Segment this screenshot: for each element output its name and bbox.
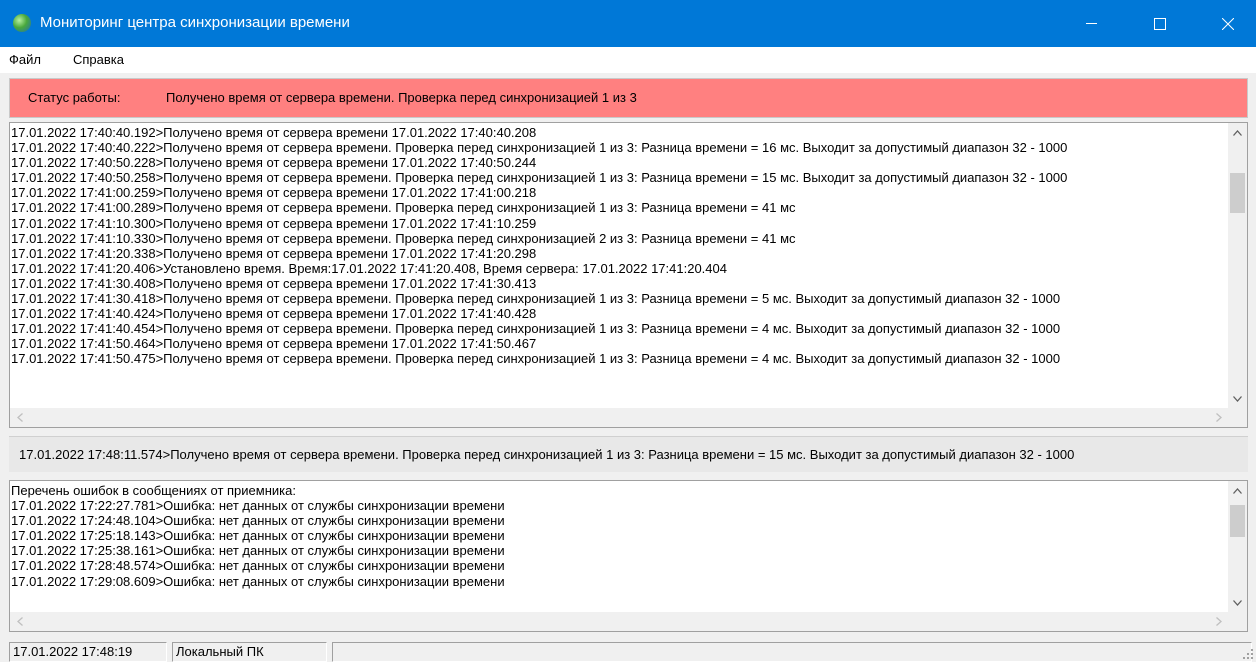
scroll-down-icon[interactable]	[1228, 389, 1247, 408]
log-horizontal-scrollbar[interactable]	[10, 408, 1228, 427]
scroll-up-icon[interactable]	[1228, 481, 1247, 500]
log-line: 17.01.2022 17:40:50.258>Получено время о…	[11, 170, 1068, 186]
statusbar-empty-panel	[332, 642, 1252, 662]
scroll-up-icon[interactable]	[1228, 123, 1247, 142]
log-line: 17.01.2022 17:40:40.222>Получено время о…	[11, 140, 1068, 156]
last-message-bar: 17.01.2022 17:48:11.574>Получено время о…	[9, 436, 1248, 472]
scroll-down-icon[interactable]	[1228, 593, 1247, 612]
status-text: Получено время от сервера времени. Прове…	[166, 90, 637, 105]
log-scroll-thumb[interactable]	[1230, 173, 1245, 213]
log-line: 17.01.2022 17:41:10.330>Получено время о…	[11, 230, 796, 246]
scroll-left-icon[interactable]	[10, 612, 29, 631]
close-button[interactable]	[1205, 0, 1251, 47]
resize-grip-icon[interactable]	[1242, 648, 1254, 660]
scroll-corner	[1228, 408, 1247, 427]
statusbar-datetime: 17.01.2022 17:48:19	[9, 642, 167, 662]
error-line: 17.01.2022 17:28:48.574>Ошибка: нет данн…	[11, 558, 505, 574]
error-line: 17.01.2022 17:25:18.143>Ошибка: нет данн…	[11, 528, 505, 544]
error-list-textbox[interactable]: Перечень ошибок в сообщениях от приемник…	[9, 480, 1248, 632]
log-line: 17.01.2022 17:41:00.289>Получено время о…	[11, 200, 796, 216]
error-horizontal-scrollbar[interactable]	[10, 612, 1228, 631]
error-vertical-scrollbar[interactable]	[1228, 481, 1247, 612]
error-line: 17.01.2022 17:22:27.781>Ошибка: нет данн…	[11, 498, 505, 514]
log-line: 17.01.2022 17:41:30.418>Получено время о…	[11, 291, 1061, 307]
minimize-icon	[1085, 23, 1097, 24]
log-lines: 17.01.2022 17:40:40.192>Получено время о…	[10, 125, 1228, 408]
scroll-left-icon[interactable]	[10, 408, 29, 427]
maximize-button[interactable]	[1137, 0, 1183, 47]
error-lines: Перечень ошибок в сообщениях от приемник…	[10, 483, 1228, 612]
menu-item-help[interactable]: Справка	[73, 52, 124, 68]
minimize-button[interactable]	[1068, 0, 1114, 47]
log-line: 17.01.2022 17:40:40.192>Получено время о…	[11, 125, 537, 140]
log-line: 17.01.2022 17:41:40.424>Получено время о…	[11, 306, 537, 322]
statusbar-mode: Локальный ПК	[172, 642, 327, 662]
log-line: 17.01.2022 17:41:20.338>Получено время о…	[11, 245, 537, 261]
log-textbox[interactable]: 17.01.2022 17:40:40.192>Получено время о…	[9, 122, 1248, 428]
menu-bar: Файл Справка	[0, 47, 1256, 73]
scroll-corner	[1228, 612, 1247, 631]
title-bar[interactable]: Мониторинг центра синхронизации времени	[0, 0, 1256, 47]
log-line: 17.01.2022 17:41:40.454>Получено время о…	[11, 321, 1061, 337]
error-line: 17.01.2022 17:24:48.104>Ошибка: нет данн…	[11, 513, 505, 529]
maximize-icon	[1154, 17, 1166, 30]
log-line: 17.01.2022 17:41:30.408>Получено время о…	[11, 275, 537, 291]
error-line: 17.01.2022 17:29:08.609>Ошибка: нет данн…	[11, 573, 505, 589]
status-strip: Статус работы: Получено время от сервера…	[9, 78, 1248, 118]
log-line: 17.01.2022 17:41:10.300>Получено время о…	[11, 215, 537, 231]
error-line: 17.01.2022 17:25:38.161>Ошибка: нет данн…	[11, 543, 505, 559]
error-line: Перечень ошибок в сообщениях от приемник…	[11, 483, 296, 498]
status-label: Статус работы:	[28, 90, 121, 105]
log-line: 17.01.2022 17:41:50.464>Получено время о…	[11, 336, 537, 352]
window-title: Мониторинг центра синхронизации времени	[40, 14, 350, 31]
app-icon	[13, 14, 31, 32]
scroll-right-icon[interactable]	[1209, 612, 1228, 631]
last-message-text: 17.01.2022 17:48:11.574>Получено время о…	[19, 447, 1075, 462]
status-bar: 17.01.2022 17:48:19 Локальный ПК	[0, 639, 1256, 662]
error-scroll-thumb[interactable]	[1230, 505, 1245, 537]
scroll-right-icon[interactable]	[1209, 408, 1228, 427]
log-line: 17.01.2022 17:41:50.475>Получено время о…	[11, 351, 1061, 367]
close-icon	[1222, 17, 1234, 30]
log-vertical-scrollbar[interactable]	[1228, 123, 1247, 408]
log-line: 17.01.2022 17:41:00.259>Получено время о…	[11, 185, 537, 201]
log-line: 17.01.2022 17:41:20.406>Установлено врем…	[11, 260, 727, 276]
log-line: 17.01.2022 17:40:50.228>Получено время о…	[11, 155, 537, 171]
menu-item-file[interactable]: Файл	[9, 52, 41, 68]
